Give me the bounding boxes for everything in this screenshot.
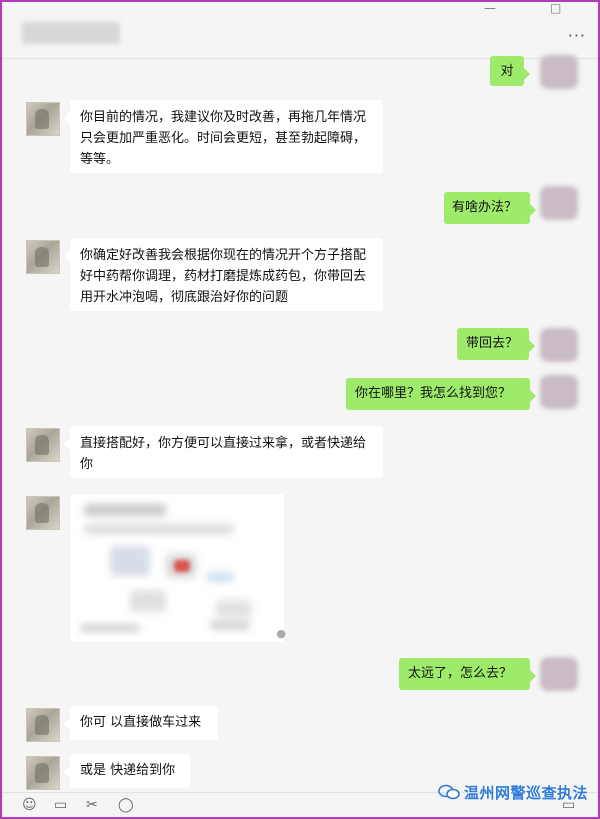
emoji-icon[interactable]: ☺ [22, 797, 37, 813]
outgoing-message[interactable]: 对 [490, 56, 530, 86]
folder-icon[interactable]: ▭ [54, 797, 67, 813]
wechat-icon [438, 784, 460, 800]
chat-window: — □ ··· 对 你目前的情况，我建议你及时改善，再拖几年情况只会更加严重恶化… [0, 0, 600, 819]
map-pin-icon: ● [276, 627, 286, 640]
location-card[interactable]: ● [70, 494, 286, 642]
incoming-message[interactable]: 你目前的情况，我建议你及时改善，再拖几年情况只会更加严重恶化。时间会更短，甚至勃… [64, 100, 383, 173]
avatar[interactable] [540, 657, 578, 691]
watermark-text: 温州网警巡查执法 [464, 784, 589, 802]
more-icon[interactable]: ··· [568, 26, 586, 45]
maximize-icon[interactable]: □ [550, 2, 561, 14]
outgoing-message[interactable]: 带回去？ [457, 328, 535, 360]
watermark: 温州网警巡查执法 [438, 782, 598, 806]
avatar[interactable] [26, 708, 60, 742]
title-bar: — □ ··· [2, 2, 598, 59]
avatar[interactable] [540, 328, 578, 362]
avatar[interactable] [540, 186, 578, 220]
contact-name-blurred [22, 22, 120, 44]
outgoing-message[interactable]: 你在哪里？我怎么找到您？ [346, 378, 536, 410]
avatar[interactable] [26, 496, 60, 530]
minimize-icon[interactable]: — [484, 2, 496, 14]
scissors-icon[interactable]: ✂ [86, 797, 98, 813]
incoming-message[interactable]: 你可 以直接做车过来 [64, 706, 218, 740]
incoming-message[interactable]: 你确定好改善我会根据你现在的情况开个方子搭配好中药帮你调理，药材打磨提炼成药包，… [64, 238, 383, 311]
incoming-message[interactable]: 直接搭配好，你方便可以直接过来拿，或者快递给你 [64, 426, 383, 478]
avatar[interactable] [540, 375, 578, 409]
outgoing-message[interactable]: 太远了，怎么去？ [399, 658, 536, 690]
avatar[interactable] [26, 428, 60, 462]
avatar[interactable] [540, 55, 578, 89]
avatar[interactable] [26, 102, 60, 136]
incoming-message[interactable]: 或是 快递给到你 [64, 754, 190, 788]
avatar[interactable] [26, 756, 60, 790]
outgoing-message[interactable]: 有啥办法？ [444, 192, 536, 224]
chat-icon[interactable]: ◯ [118, 797, 134, 813]
avatar[interactable] [26, 240, 60, 274]
